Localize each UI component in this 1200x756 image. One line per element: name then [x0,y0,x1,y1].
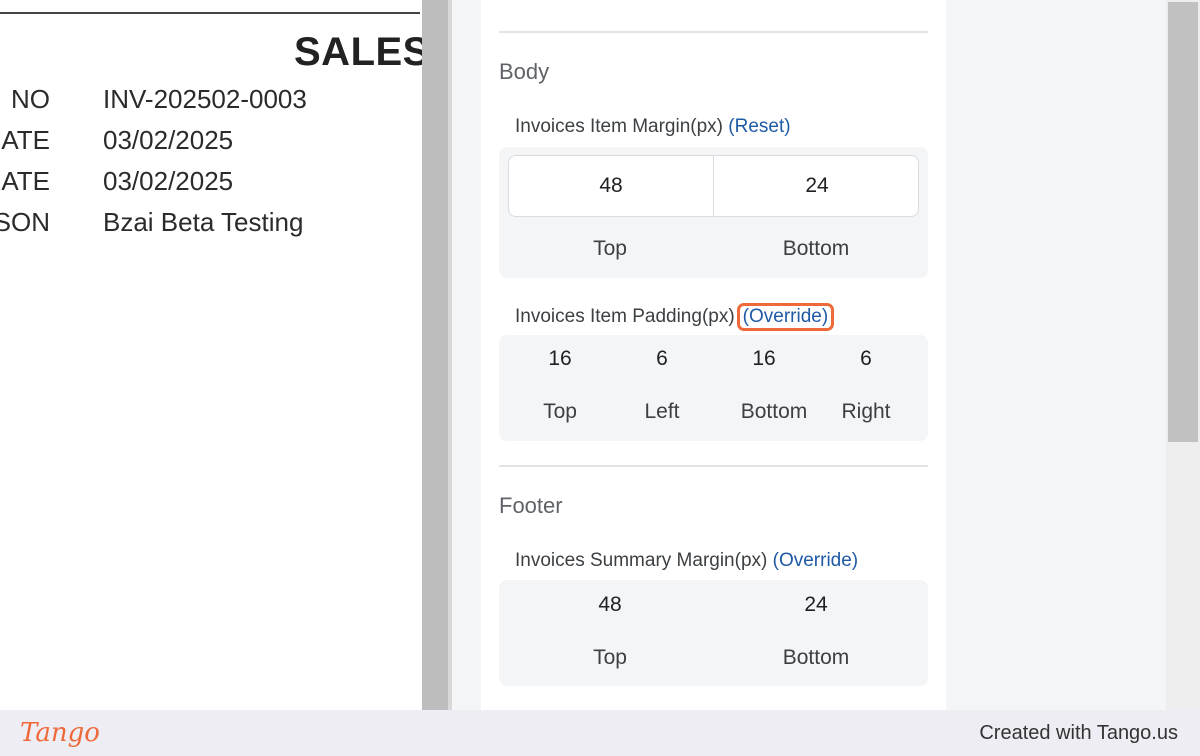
tango-footer: Tango Created with Tango.us [0,710,1200,756]
invoice-row-label: SON [0,207,50,237]
footer-section-title: Footer [499,493,563,518]
invoice-preview: SALES NO INV-202502-0003 ATE 03/02/2025 … [0,0,422,710]
item-padding-bottom-caption: Bottom [740,400,808,423]
item-margin-bottom-caption: Bottom [782,237,850,260]
summary-margin-label: Invoices Summary Margin(px) (Override) [515,550,858,572]
item-margin-top-caption: Top [593,237,627,260]
item-padding-label-text: Invoices Item Padding(px) [515,306,735,327]
summary-margin-label-text: Invoices Summary Margin(px) [515,550,768,571]
summary-margin-top-caption: Top [593,646,627,669]
item-margin-bottom-input[interactable]: 24 [714,174,920,198]
item-padding-left-value[interactable]: 6 [612,347,712,371]
body-section-title: Body [499,59,550,84]
item-padding-top-value[interactable]: 16 [510,347,610,371]
panel-scrollbar-thumb[interactable] [1168,2,1198,442]
invoice-title: SALES [294,30,422,74]
invoice-row-label: ATE [1,125,50,155]
invoice-row-label: ATE [1,166,50,196]
item-margin-label: Invoices Item Margin(px) (Reset) [515,116,791,138]
invoice-row-value: Bzai Beta Testing [103,207,304,237]
settings-panel-margin [946,0,1166,710]
preview-scrollbar[interactable] [422,0,452,710]
item-padding-label: Invoices Item Padding(px) (Override) [515,303,835,331]
summary-margin-bottom-caption: Bottom [782,646,850,669]
summary-margin-override-link[interactable]: (Override) [773,550,859,571]
section-divider [499,31,928,33]
item-padding-left-caption: Left [644,400,680,423]
item-padding-override-link[interactable]: (Override) [736,303,835,331]
summary-margin-top-value[interactable]: 48 [508,593,712,617]
item-padding-right-value[interactable]: 6 [816,347,916,371]
item-padding-bottom-value[interactable]: 16 [714,347,814,371]
preview-top-rule [0,12,420,14]
invoice-row-value: 03/02/2025 [103,125,234,155]
item-margin-top-input[interactable]: 48 [509,174,713,198]
item-padding-top-caption: Top [543,400,577,423]
invoice-row-value: 03/02/2025 [103,166,234,196]
item-padding-right-caption: Right [841,400,891,423]
tango-logo: Tango [20,718,100,748]
tango-credit: Created with Tango.us [979,722,1178,744]
invoice-row-value: INV-202502-0003 [103,84,307,114]
summary-margin-bottom-value[interactable]: 24 [713,593,919,617]
item-margin-reset-link[interactable]: (Reset) [728,116,790,137]
item-margin-label-text: Invoices Item Margin(px) [515,116,724,137]
invoice-row-label: NO [11,84,50,114]
item-margin-inputs: 48 24 [508,155,919,217]
section-divider [499,465,928,467]
